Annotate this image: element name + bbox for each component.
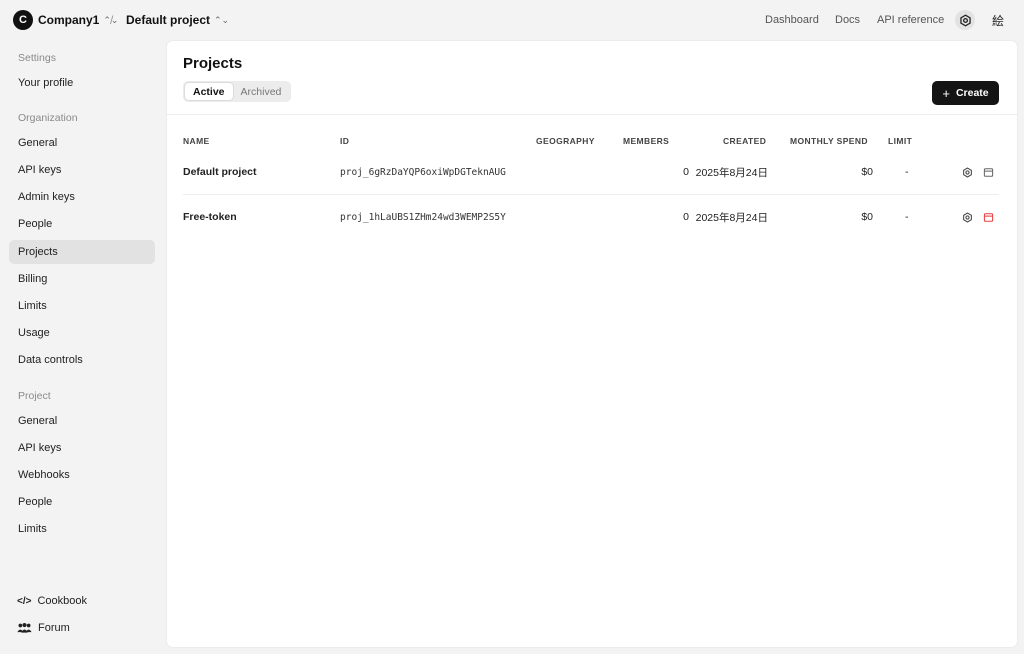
sidebar: Settings Your profile Organization Gener… — [0, 40, 164, 654]
sidebar-item-project-people[interactable]: People — [9, 490, 155, 514]
sidebar-item-billing[interactable]: Billing — [9, 267, 155, 291]
cookbook-link[interactable]: </> Cookbook — [17, 595, 87, 607]
page-title: Projects — [183, 55, 243, 72]
sidebar-item-org-limits[interactable]: Limits — [9, 294, 155, 318]
sidebar-item-project-api-keys[interactable]: API keys — [9, 436, 155, 460]
column-header-name: NAME — [183, 136, 210, 146]
row-settings-button[interactable] — [962, 150, 973, 194]
limit-cell: - — [905, 166, 909, 178]
archive-icon — [983, 167, 994, 177]
tab-active[interactable]: Active — [185, 83, 233, 100]
column-header-members: MEMBERS — [623, 136, 670, 146]
created-cell: 2025年8月24日 — [695, 211, 768, 224]
project-id-cell: proj_1hLaUBS1ZHm24wd3WEMP2S5Y — [340, 211, 506, 223]
column-header-monthly-spend: MONTHLY SPEND — [790, 136, 868, 146]
sidebar-item-project-limits[interactable]: Limits — [9, 517, 155, 541]
breadcrumb-separator: / — [110, 13, 114, 27]
archive-icon — [983, 212, 994, 222]
gear-icon — [963, 211, 972, 223]
project-id-cell: proj_6gRzDaYQP6oxiWpDGTeknAUG — [340, 166, 506, 178]
limit-cell: - — [905, 211, 909, 223]
chevron-updown-icon: ⌃⌄ — [214, 14, 230, 25]
created-cell: 2025年8月24日 — [695, 166, 768, 179]
dashboard-link[interactable]: Dashboard — [765, 14, 819, 26]
members-cell: 0 — [683, 166, 689, 178]
sidebar-item-data-controls[interactable]: Data controls — [9, 348, 155, 372]
main-panel: Projects Active Archived + Create NAME I… — [167, 41, 1017, 647]
sidebar-item-org-people[interactable]: People — [9, 212, 155, 236]
org-switcher[interactable]: Company1 ⌃⌄ — [38, 13, 118, 27]
column-header-id: ID — [340, 136, 350, 146]
project-name-cell: Default project — [183, 166, 257, 178]
spend-cell: $0 — [861, 211, 873, 223]
docs-link[interactable]: Docs — [835, 14, 860, 26]
status-tabs: Active Archived — [183, 81, 292, 102]
sidebar-item-usage[interactable]: Usage — [9, 321, 155, 345]
api-reference-link[interactable]: API reference — [877, 14, 944, 26]
people-icon — [17, 623, 32, 633]
sidebar-item-projects[interactable]: Projects — [9, 240, 155, 264]
column-header-limit: LIMIT — [888, 136, 913, 146]
top-bar: C Company1 ⌃⌄ / Default project ⌃⌄ Dashb… — [0, 0, 1024, 40]
plus-icon: + — [942, 85, 950, 101]
sidebar-item-webhooks[interactable]: Webhooks — [9, 463, 155, 487]
forum-link[interactable]: Forum — [17, 622, 70, 634]
sidebar-item-admin-keys[interactable]: Admin keys — [9, 185, 155, 209]
spend-cell: $0 — [861, 166, 873, 178]
table-row[interactable]: Default project proj_6gRzDaYQP6oxiWpDGTe… — [183, 150, 999, 194]
column-header-geography: GEOGRAPHY — [536, 136, 595, 146]
row-archive-button[interactable] — [983, 150, 994, 194]
settings-button[interactable] — [955, 10, 975, 30]
members-cell: 0 — [683, 211, 689, 223]
sidebar-item-project-general[interactable]: General — [9, 409, 155, 433]
sidebar-heading-organization: Organization — [18, 112, 78, 124]
table-row[interactable]: Free-token proj_1hLaUBS1ZHm24wd3WEMP2S5Y… — [183, 195, 999, 239]
sidebar-item-org-api-keys[interactable]: API keys — [9, 158, 155, 182]
code-icon: </> — [17, 595, 32, 607]
sidebar-heading-project: Project — [18, 390, 51, 402]
project-switcher[interactable]: Default project ⌃⌄ — [126, 13, 229, 27]
header-divider — [167, 114, 1017, 115]
org-avatar[interactable]: C — [13, 10, 33, 30]
sidebar-item-org-general[interactable]: General — [9, 131, 155, 155]
sidebar-heading-settings: Settings — [18, 52, 56, 64]
project-name-cell: Free-token — [183, 211, 237, 223]
create-button[interactable]: + Create — [932, 81, 999, 105]
gear-icon — [959, 13, 971, 27]
column-header-created: CREATED — [723, 136, 767, 146]
gear-icon — [963, 166, 972, 178]
project-name: Default project — [126, 13, 211, 27]
org-name: Company1 — [38, 13, 100, 27]
create-label: Create — [955, 87, 989, 99]
sidebar-item-your-profile[interactable]: Your profile — [9, 71, 155, 95]
tab-archived[interactable]: Archived — [233, 83, 290, 100]
cookbook-label: Cookbook — [37, 595, 88, 607]
forum-label: Forum — [38, 622, 70, 634]
row-settings-button[interactable] — [962, 195, 973, 239]
user-avatar[interactable]: 絵 — [988, 10, 1008, 30]
row-archive-button[interactable] — [983, 195, 994, 239]
